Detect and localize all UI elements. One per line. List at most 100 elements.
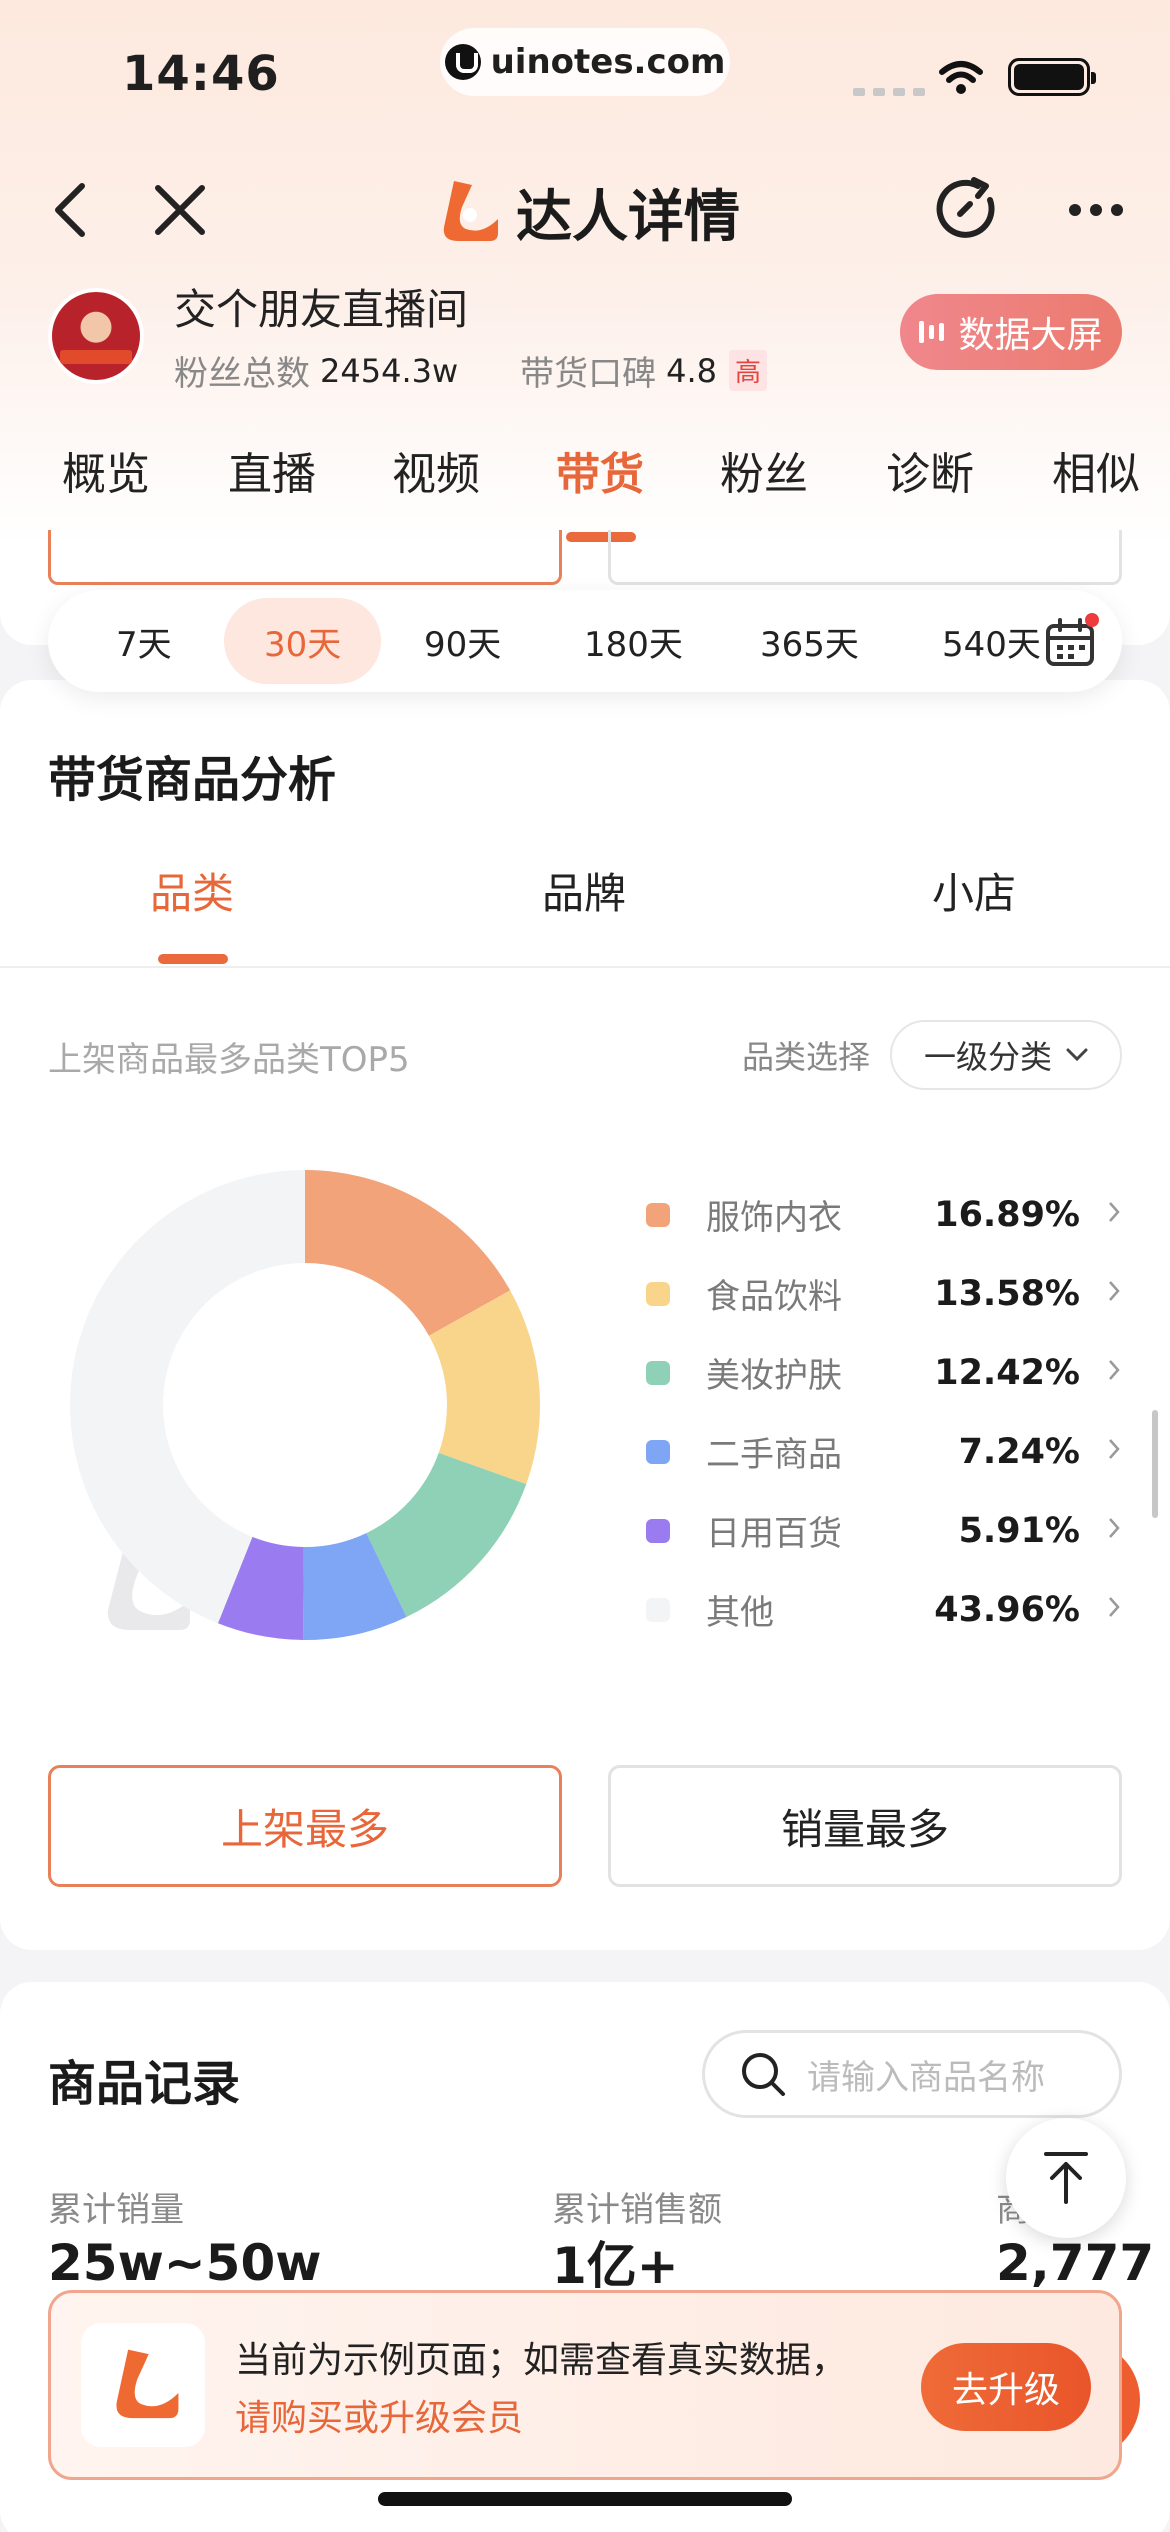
- sub-tab-indicator: [158, 954, 228, 964]
- metric-label-revenue: 累计销售额: [552, 2190, 722, 2230]
- tab-diagnosis[interactable]: 诊断: [886, 438, 974, 502]
- url-pill[interactable]: uinotes.com: [440, 28, 730, 96]
- most-sold-button[interactable]: 销量最多: [608, 1765, 1122, 1887]
- more-icon[interactable]: [1056, 170, 1136, 250]
- streamer-name: 交个朋友直播间: [174, 285, 469, 334]
- status-time: 14:46: [122, 46, 280, 102]
- tab-fans[interactable]: 粉丝: [720, 438, 808, 502]
- product-search-input[interactable]: 请输入商品名称: [702, 2030, 1122, 2118]
- upgrade-button[interactable]: 去升级: [921, 2343, 1091, 2431]
- chevron-right-icon: [1109, 1518, 1120, 1538]
- most-listed-button[interactable]: 上架最多: [48, 1765, 562, 1887]
- category-select-value: 一级分类: [923, 1038, 1052, 1076]
- range-540d[interactable]: 540天: [942, 590, 1041, 692]
- sub-tab-brand[interactable]: 品牌: [542, 860, 626, 921]
- metric-label-sales: 累计销量: [48, 2190, 184, 2230]
- nav-bar: 达人详情: [0, 160, 1170, 260]
- product-records-title: 商品记录: [48, 2056, 241, 2112]
- legend-label: 其他: [706, 1593, 774, 1633]
- legend-value: 7.24%: [958, 1431, 1080, 1472]
- banner-link[interactable]: 请购买或升级会员: [235, 2389, 523, 2441]
- tab-overview[interactable]: 概览: [62, 438, 150, 502]
- category-select-dropdown[interactable]: 一级分类: [890, 1020, 1122, 1090]
- range-365d[interactable]: 365天: [760, 590, 859, 692]
- legend-value: 5.91%: [958, 1510, 1080, 1551]
- goods-analysis-title: 带货商品分析: [48, 752, 337, 808]
- analysis-sub-tabs: 品类 品牌 小店: [0, 860, 1170, 968]
- site-logo-icon: [444, 44, 481, 80]
- fans-label: 粉丝总数: [174, 354, 310, 394]
- avatar[interactable]: [48, 288, 144, 384]
- legend-value: 13.58%: [934, 1273, 1080, 1314]
- legend-swatch: [646, 1281, 670, 1306]
- legend-swatch: [646, 1518, 670, 1543]
- scroll-indicator[interactable]: [1152, 1410, 1158, 1518]
- main-tabs: 概览 直播 视频 带货 粉丝 诊断 相似: [0, 420, 1170, 545]
- data-big-screen-button[interactable]: 数据大屏: [900, 294, 1122, 370]
- metric-value-sales: 25w~50w: [48, 2234, 322, 2292]
- brand-logo-icon: [443, 181, 498, 241]
- legend-item[interactable]: 服饰内衣 16.89%: [640, 1175, 1140, 1254]
- legend-swatch: [646, 1360, 670, 1385]
- refresh-icon[interactable]: [928, 170, 1008, 250]
- goods-analysis-card: 带货商品分析 品类 品牌 小店 上架商品最多品类TOP5 品类选择 一级分类 服…: [0, 680, 1170, 1950]
- legend-item[interactable]: 日用百货 5.91%: [640, 1491, 1140, 1570]
- chevron-right-icon: [1109, 1597, 1120, 1617]
- page-title: 达人详情: [516, 184, 740, 250]
- data-big-screen-label: 数据大屏: [958, 315, 1103, 356]
- legend-value: 12.42%: [934, 1352, 1080, 1393]
- chart-legend: 服饰内衣 16.89% 食品饮料 13.58% 美妆护肤 12.42% 二手商品…: [640, 1175, 1140, 1649]
- sub-tab-category[interactable]: 品类: [150, 860, 234, 921]
- legend-item[interactable]: 其他 43.96%: [640, 1570, 1140, 1649]
- chevron-right-icon: [1109, 1202, 1120, 1222]
- status-bar: 14:46 uinotes.com: [0, 0, 1170, 140]
- banner-message: 当前为示例页面；如需查看真实数据，: [235, 2340, 848, 2381]
- home-indicator: [378, 2492, 792, 2506]
- calendar-icon[interactable]: [1040, 612, 1100, 672]
- tab-live[interactable]: 直播: [228, 438, 316, 502]
- time-range-bar: 7天 30天 90天 180天 365天 540天: [48, 590, 1122, 692]
- legend-swatch: [646, 1202, 670, 1227]
- legend-swatch: [646, 1439, 670, 1464]
- range-30d[interactable]: 30天: [224, 598, 382, 684]
- legend-label: 日用百货: [706, 1514, 842, 1554]
- tab-goods[interactable]: 带货: [556, 438, 644, 502]
- chevron-right-icon: [1109, 1281, 1120, 1301]
- metric-value-revenue: 1亿+: [552, 2237, 679, 2295]
- legend-item[interactable]: 食品饮料 13.58%: [640, 1254, 1140, 1333]
- sub-tab-shop[interactable]: 小店: [932, 860, 1016, 921]
- signal-icon: [853, 88, 925, 96]
- range-7d[interactable]: 7天: [116, 590, 172, 692]
- legend-value: 43.96%: [934, 1589, 1080, 1630]
- back-icon[interactable]: [30, 170, 110, 250]
- arrow-up-icon: [1044, 2152, 1088, 2204]
- tab-similar[interactable]: 相似: [1052, 438, 1140, 502]
- category-select-label: 品类选择: [742, 1038, 871, 1076]
- legend-item[interactable]: 二手商品 7.24%: [640, 1412, 1140, 1491]
- close-icon[interactable]: [140, 170, 220, 250]
- legend-label: 二手商品: [706, 1435, 842, 1475]
- previous-card-button-left[interactable]: [48, 530, 562, 585]
- top5-label: 上架商品最多品类TOP5: [48, 1040, 410, 1080]
- range-90d[interactable]: 90天: [424, 590, 501, 692]
- fans-value: 2454.3w: [320, 351, 459, 390]
- legend-item[interactable]: 美妆护肤 12.42%: [640, 1333, 1140, 1412]
- previous-card-button-right[interactable]: [608, 530, 1122, 585]
- category-donut-chart: [70, 1170, 540, 1640]
- nav-title: 达人详情: [432, 172, 740, 252]
- metric-value-count: 2,777: [996, 2234, 1155, 2292]
- back-to-top-button[interactable]: [1006, 2118, 1126, 2238]
- legend-value: 16.89%: [934, 1194, 1080, 1235]
- range-180d[interactable]: 180天: [584, 590, 683, 692]
- reputation-label: 带货口碑: [520, 354, 657, 394]
- legend-swatch: [646, 1597, 670, 1622]
- tab-video[interactable]: 视频: [392, 438, 480, 502]
- url-text: uinotes.com: [490, 42, 726, 82]
- battery-icon: [1008, 58, 1096, 96]
- upgrade-banner: 当前为示例页面；如需查看真实数据， 请购买或升级会员 去升级: [48, 2290, 1122, 2480]
- profile-stats: 粉丝总数 2454.3w 带货口碑 4.8 高: [174, 346, 768, 395]
- legend-label: 食品饮料: [706, 1277, 842, 1317]
- chevron-down-icon: [1066, 1048, 1088, 1062]
- chevron-right-icon: [1109, 1360, 1120, 1380]
- search-icon: [742, 2053, 785, 2096]
